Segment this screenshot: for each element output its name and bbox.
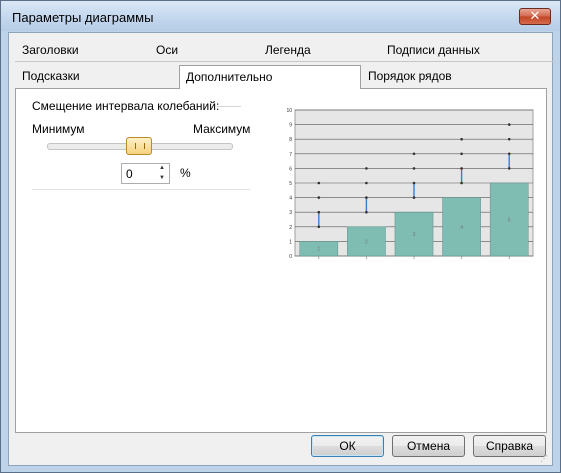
percent-unit: %: [180, 166, 191, 180]
range-marker: [317, 210, 321, 214]
tab-titles[interactable]: Заголовки: [22, 39, 79, 61]
bar-data-label: 4: [460, 225, 463, 231]
range-marker: [365, 181, 368, 185]
range-marker: [365, 210, 368, 214]
ok-button[interactable]: ОК: [311, 435, 384, 457]
cancel-button[interactable]: Отмена: [392, 435, 465, 457]
range-marker: [412, 167, 416, 170]
range-marker: [412, 181, 416, 185]
tab-advanced[interactable]: Дополнительно: [179, 65, 361, 89]
range-marker: [507, 167, 511, 170]
range-marker: [460, 137, 463, 141]
spin-down-icon[interactable]: ▼: [155, 174, 169, 183]
interval-offset-value[interactable]: 0: [126, 167, 133, 181]
y-tick-label: 9: [289, 123, 292, 129]
range-marker: [460, 167, 463, 170]
y-tick-label: 3: [289, 210, 292, 216]
help-button[interactable]: Справка: [473, 435, 546, 457]
y-tick-label: 6: [289, 166, 292, 172]
y-tick-label: 10: [286, 108, 292, 114]
interval-group-label: Смещение интервала колебаний:: [32, 99, 220, 113]
slider-max-label: Максимум: [193, 122, 251, 136]
bar-data-label: 1: [317, 247, 320, 253]
bar-data-label: 2: [365, 239, 368, 245]
title-bar: Параметры диаграммы ✕: [1, 1, 560, 31]
group-divider: [217, 106, 241, 107]
tab-label: Порядок рядов: [368, 69, 452, 83]
tab-label: Подписи данных: [387, 43, 480, 57]
spin-up-icon[interactable]: ▲: [155, 164, 169, 173]
y-tick-label: 1: [289, 239, 292, 245]
chart-options-dialog: Параметры диаграммы ✕ Заголовки Оси Леге…: [0, 0, 561, 473]
tab-axes[interactable]: Оси: [156, 39, 178, 61]
range-marker: [317, 181, 321, 185]
tab-divider: [15, 61, 555, 62]
tab-series-order[interactable]: Порядок рядов: [368, 65, 452, 87]
range-marker: [460, 152, 463, 156]
y-tick-label: 0: [289, 254, 292, 260]
chart-preview: 0 1 2 3 4 5 6 7 8 9 10 1 2 3 4 5: [286, 108, 534, 260]
dialog-client-area: Заголовки Оси Легенда Подписи данных Под…: [8, 32, 555, 466]
y-tick-label: 2: [289, 225, 292, 231]
close-button[interactable]: ✕: [519, 8, 551, 25]
y-tick-label: 8: [289, 137, 292, 143]
bar-data-label: 3: [413, 232, 416, 238]
bar-data-label: 5: [508, 218, 511, 224]
tab-tooltips[interactable]: Подсказки: [22, 65, 80, 87]
group-bottom-divider: [32, 189, 250, 190]
tab-label: Заголовки: [22, 43, 79, 57]
slider-min-label: Минимум: [32, 122, 85, 136]
interval-offset-spinbox[interactable]: 0 ▲ ▼: [121, 163, 170, 184]
range-marker: [412, 152, 416, 156]
window-title: Параметры диаграммы: [12, 10, 154, 25]
range-marker: [507, 152, 511, 156]
tab-label: Легенда: [265, 43, 311, 57]
tab-data-labels[interactable]: Подписи данных: [387, 39, 480, 61]
tab-label: Подсказки: [22, 69, 80, 83]
range-marker: [507, 123, 511, 126]
close-icon: ✕: [529, 8, 541, 23]
range-marker: [365, 196, 368, 199]
tab-label: Оси: [156, 43, 179, 57]
range-marker: [460, 181, 463, 185]
resize-grip-icon[interactable]: ⋰: [540, 454, 550, 464]
range-marker: [507, 137, 511, 141]
tab-legend[interactable]: Легенда: [265, 39, 311, 61]
range-marker: [412, 196, 416, 199]
range-marker: [317, 196, 321, 199]
tab-label: Дополнительно: [186, 70, 273, 84]
range-marker: [317, 225, 321, 229]
range-marker: [365, 167, 368, 170]
y-tick-label: 5: [289, 181, 292, 187]
interval-slider-thumb[interactable]: [126, 137, 152, 155]
y-tick-label: 4: [289, 196, 292, 202]
y-tick-label: 7: [289, 152, 292, 158]
